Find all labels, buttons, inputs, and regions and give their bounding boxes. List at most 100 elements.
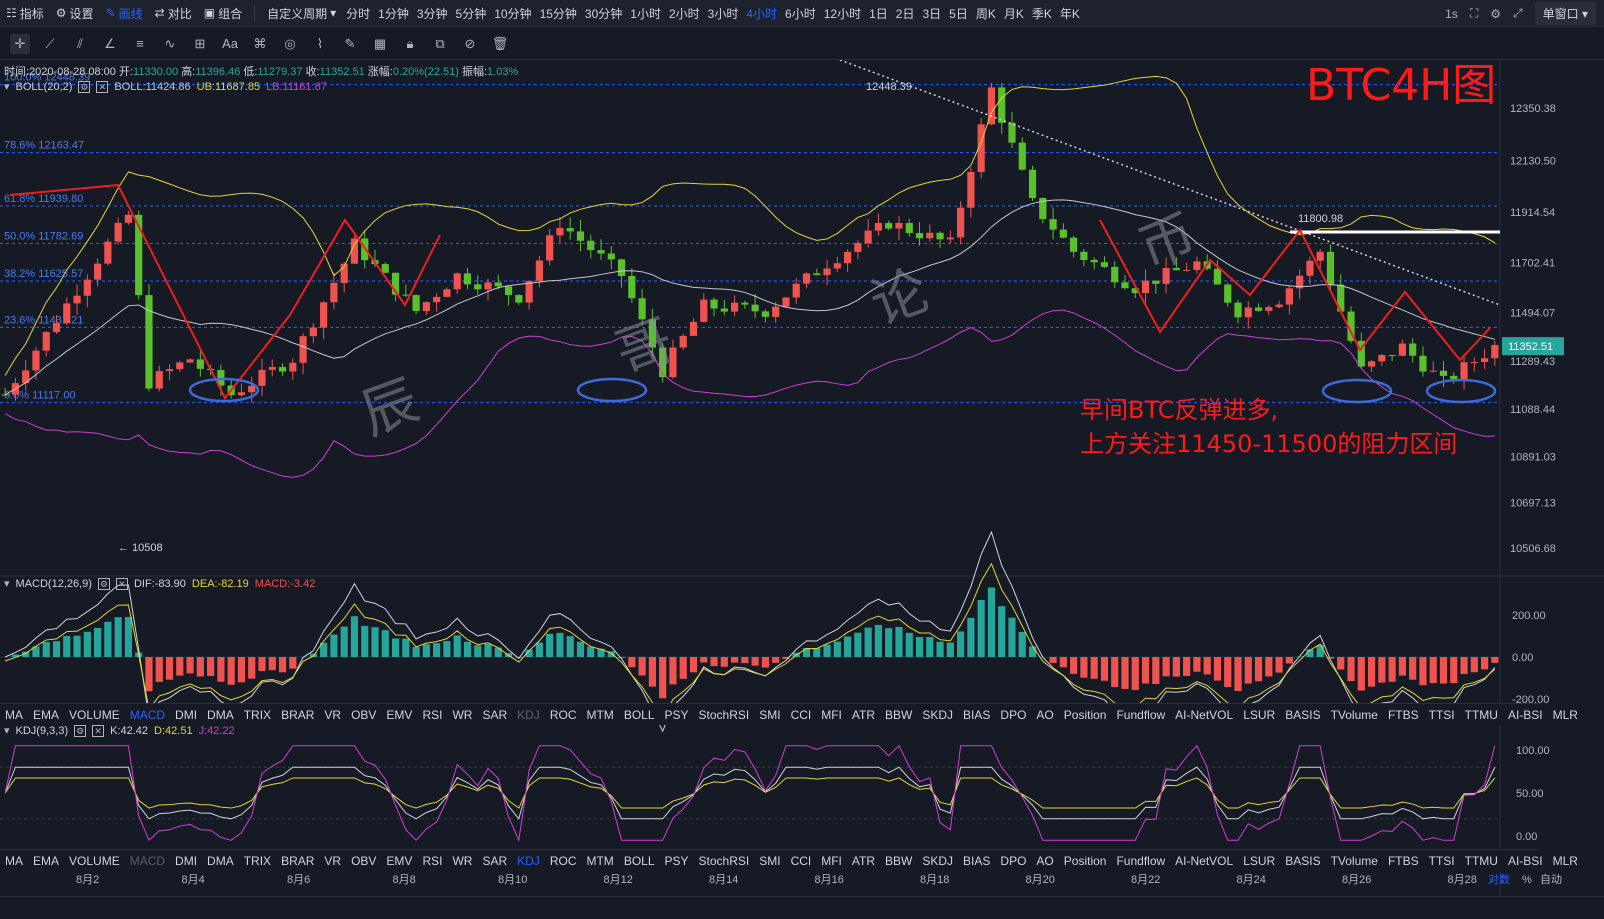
grid-icon[interactable]: ⊞ [190,34,210,54]
interval-option[interactable]: 2小时 [665,5,704,22]
indicator-tab[interactable]: DMI [170,708,202,722]
trendline-icon[interactable]: ⟋ [40,34,60,54]
indicator-tab[interactable]: PSY [660,854,694,868]
interval-option[interactable]: 6小时 [781,5,820,22]
indicator-tab[interactable]: DMA [202,708,239,722]
indicator-tab[interactable]: MTM [581,708,618,722]
indicator-tab[interactable]: FTBS [1383,708,1424,722]
indicator-tab[interactable]: CCI [786,708,817,722]
indicator-tab[interactable]: BBW [880,708,917,722]
chart-area[interactable]: 100.0% 12448.3978.6% 12163.4761.8% 11939… [0,60,1604,896]
indicator-tab[interactable]: RSI [417,854,447,868]
indicator-tab[interactable]: TRIX [239,854,276,868]
indicator-tab[interactable]: AO [1031,708,1058,722]
indicator-tab[interactable]: AI-NetVOL [1170,708,1238,722]
indicator-tab[interactable]: TRIX [239,708,276,722]
axis-mode-toggle[interactable]: 自动 [1540,873,1562,886]
indicator-tab[interactable]: BOLL [619,708,660,722]
indicator-tab[interactable]: AO [1031,854,1058,868]
indicator-tab[interactable]: VR [319,708,346,722]
indicator-tab[interactable]: MLR [1548,854,1583,868]
indicator-tab[interactable]: AI-BSI [1503,708,1548,722]
interval-option[interactable]: 15分钟 [536,5,581,22]
indicator-tab[interactable]: StochRSI [694,854,755,868]
indicator-tab[interactable]: StochRSI [694,708,755,722]
horizontal-lines-icon[interactable]: ≡ [130,34,150,54]
indicator-tab[interactable]: AI-BSI [1503,854,1548,868]
interval-option[interactable]: 5分钟 [452,5,491,22]
axis-mode-toggle[interactable]: 对数 [1488,872,1510,886]
indicator-tab[interactable]: PSY [660,708,694,722]
indicator-tab[interactable]: DMI [170,854,202,868]
indicator-tab[interactable]: SAR [477,854,512,868]
indicator-tab[interactable]: ATR [847,708,880,722]
settings-icon[interactable]: ⚙ [1490,7,1501,21]
indicator-tab[interactable]: MFI [816,708,847,722]
close-icon[interactable]: ✕ [92,724,105,737]
interval-option[interactable]: 3小时 [704,5,743,22]
indicator-tab[interactable]: ATR [847,854,880,868]
indicator-tab[interactable]: MA [0,708,28,722]
copy-icon[interactable]: ⧉ [430,34,450,54]
gear-icon[interactable]: ⚙ [74,724,87,737]
indicator-tab[interactable]: MACD [125,708,170,722]
indicator-tab[interactable]: MTM [581,854,618,868]
interval-option[interactable]: 12小时 [820,5,865,22]
indicator-tab[interactable]: CCI [786,854,817,868]
toolbar-btn-indicator[interactable]: ☷ 指标 [0,0,50,27]
close-icon[interactable]: ✕ [115,577,128,590]
indicator-tab[interactable]: MLR [1548,708,1583,722]
indicator-tab[interactable]: TTMU [1460,854,1503,868]
indicator-tab[interactable]: BASIS [1280,854,1325,868]
indicator-tab[interactable]: EMA [28,708,64,722]
toolbar-btn-compare[interactable]: ⇄ 对比 [149,0,198,27]
indicator-tab[interactable]: TTSI [1424,854,1460,868]
indicator-tab[interactable]: VOLUME [64,708,125,722]
indicator-tab[interactable]: BRAR [276,708,319,722]
indicator-tab[interactable]: BRAR [276,854,319,868]
brush-icon[interactable]: ✎ [340,34,360,54]
interval-option[interactable]: 分时 [342,5,374,22]
close-icon[interactable]: ✕ [96,80,109,93]
indicator-tab[interactable]: ROC [545,708,582,722]
indicator-tab[interactable]: WR [447,854,477,868]
measure-icon[interactable]: ▦ [370,34,390,54]
indicator-tab[interactable]: OBV [346,708,381,722]
indicator-tab[interactable]: EMV [381,708,417,722]
crosshair-icon[interactable]: ✛ [10,33,30,54]
collapse-icon[interactable]: ▾ [4,577,10,590]
indicator-tab[interactable]: DPO [995,708,1031,722]
parallel-lines-icon[interactable]: ⫽ [70,34,90,54]
toolbar-btn-combo[interactable]: ▣ 组合 [198,0,248,27]
interval-option[interactable]: 月K [1000,5,1028,22]
screenshot-icon[interactable]: ⛶ [1470,6,1478,21]
indicator-tab[interactable]: FTBS [1383,854,1424,868]
interval-option[interactable]: 1分钟 [374,5,413,22]
interval-option[interactable]: 季K [1028,5,1056,22]
pattern-icon[interactable]: ⌘ [250,34,270,54]
toolbar-btn-gear[interactable]: ⚙ 设置 [50,0,100,27]
indicator-tab[interactable]: SAR [477,708,512,722]
indicator-tab[interactable]: EMV [381,854,417,868]
refresh-rate[interactable]: 1s [1445,7,1458,21]
indicator-tab[interactable]: MACD [125,854,170,868]
interval-option[interactable]: 3分钟 [413,5,452,22]
interval-option[interactable]: 10分钟 [490,5,535,22]
indicator-tab[interactable]: ROC [545,854,582,868]
fullscreen-icon[interactable]: ⤢ [1513,6,1523,21]
text-icon[interactable]: Aa [220,34,240,54]
interval-option[interactable]: 3日 [918,5,945,22]
interval-option[interactable]: 周K [972,5,1000,22]
single-window-select[interactable]: 单窗口 ▾ [1534,2,1596,25]
indicator-tab[interactable]: KDJ [512,854,545,868]
interval-option[interactable]: 1小时 [626,5,665,22]
indicator-tab[interactable]: TVolume [1326,708,1383,722]
indicator-tab[interactable]: TVolume [1326,854,1383,868]
axis-mode-toggle[interactable]: % [1522,874,1532,886]
indicator-tab[interactable]: Fundflow [1111,854,1170,868]
indicator-tab[interactable]: MFI [816,854,847,868]
hide-icon[interactable]: ⊘ [460,34,480,54]
collapse-icon[interactable]: ▾ [4,724,10,737]
indicator-tab[interactable]: TTMU [1460,708,1503,722]
indicator-tab[interactable]: AI-NetVOL [1170,854,1238,868]
